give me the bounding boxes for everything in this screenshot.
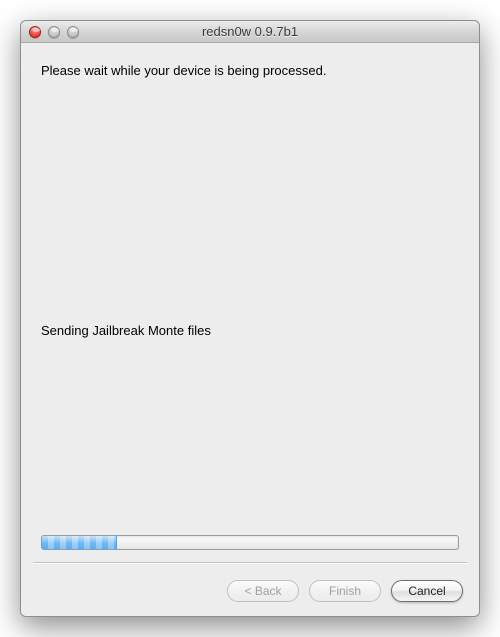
content-area: Please wait while your device is being p… [21,43,479,616]
finish-button: Finish [309,580,381,602]
progress-fill [42,536,117,549]
separator [33,562,467,564]
instruction-text: Please wait while your device is being p… [41,63,459,78]
app-window: redsn0w 0.9.7b1 Please wait while your d… [20,20,480,617]
minimize-icon[interactable] [48,26,60,38]
zoom-icon[interactable] [67,26,79,38]
progress-bar [41,535,459,550]
cancel-button[interactable]: Cancel [391,580,463,602]
progress-area [41,535,459,550]
window-title: redsn0w 0.9.7b1 [21,24,479,39]
wizard-buttons: < Back Finish Cancel [227,580,463,602]
close-icon[interactable] [29,26,41,38]
back-button: < Back [227,580,299,602]
traffic-lights [21,26,79,38]
status-text: Sending Jailbreak Monte files [41,323,211,338]
titlebar: redsn0w 0.9.7b1 [21,21,479,43]
